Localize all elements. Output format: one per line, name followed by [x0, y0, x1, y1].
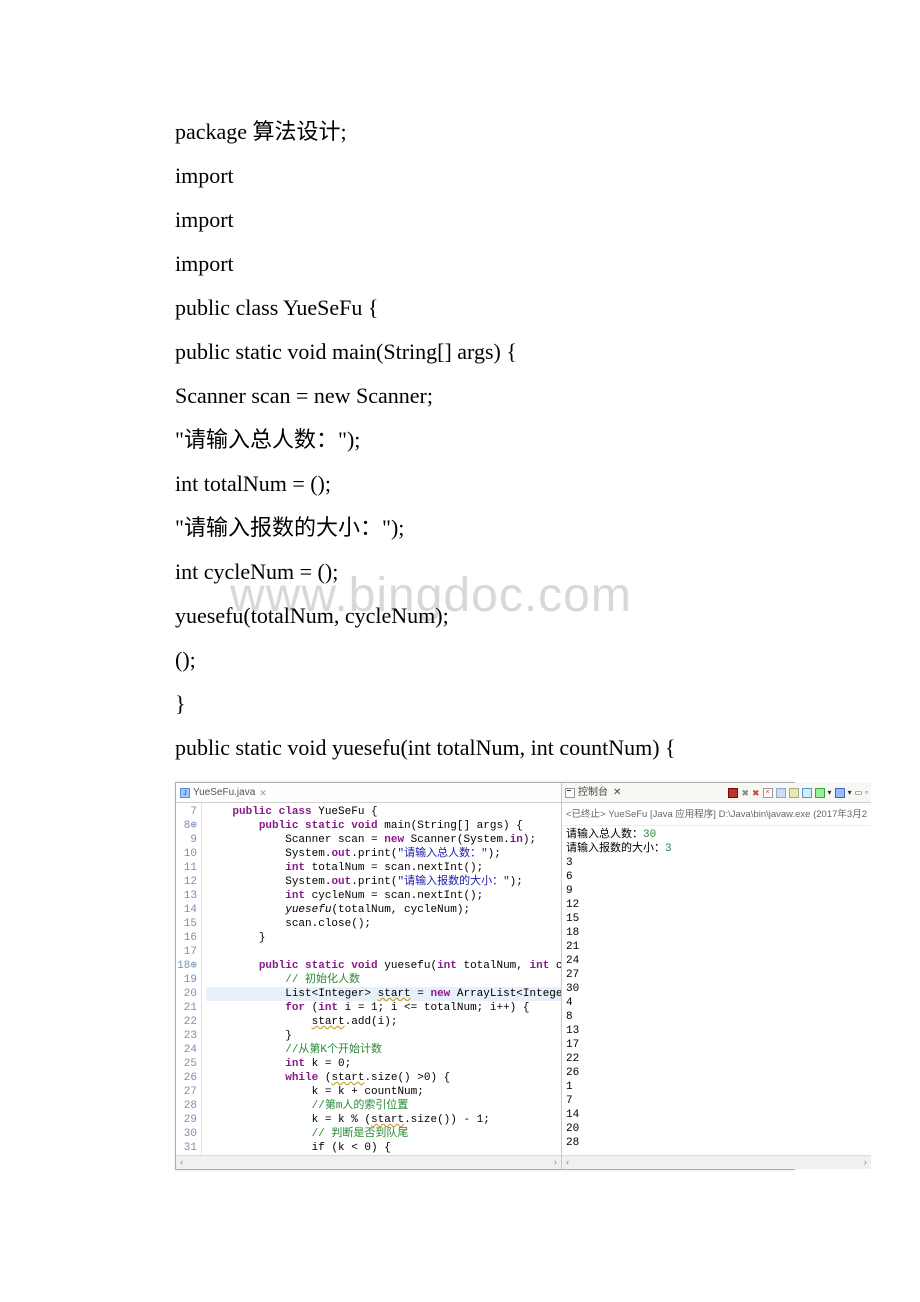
console-scrollbar[interactable]: ‹› [562, 1155, 871, 1169]
doc-line: int totalNum = (); [175, 462, 755, 506]
doc-line: import [175, 198, 755, 242]
doc-line: import [175, 154, 755, 198]
doc-line: public static void yuesefu(int totalNum,… [175, 726, 755, 770]
dropdown-icon[interactable]: ▾ [828, 785, 832, 801]
pin-icon[interactable] [776, 788, 786, 798]
console-tab-close-icon[interactable]: ✕ [613, 783, 621, 803]
doc-line: yuesefu(totalNum, cycleNum); [175, 594, 755, 638]
console-process-label: <已终止> YueSeFu [Java 应用程序] D:\Java\bin\ja… [562, 803, 871, 826]
show-selected-icon[interactable] [802, 788, 812, 798]
doc-line: public static void main(String[] args) { [175, 330, 755, 374]
code-area[interactable]: public class YueSeFu { public static voi… [202, 803, 561, 1155]
doc-line: package 算法设计; [175, 110, 755, 154]
doc-line: } [175, 682, 755, 726]
remove-all-icon[interactable]: ✖ [752, 784, 760, 802]
doc-line: import [175, 242, 755, 286]
console-pane: 控制台 ✕ ✖ ✖ × ▾ ▾ ▭ ▫ <已终止> YueSeFu [Java … [562, 783, 871, 1169]
console-icon [565, 788, 575, 798]
ide-screenshot: J YueSeFu.java ✕ 78⊕9101112131415161718⊕… [175, 782, 795, 1170]
editor-pane: J YueSeFu.java ✕ 78⊕9101112131415161718⊕… [176, 783, 562, 1169]
minimize-icon[interactable]: ▭ [855, 785, 863, 801]
doc-line: "请输入总人数："); [175, 418, 755, 462]
document-body: package 算法设计; import import import publi… [175, 110, 755, 1170]
doc-line: public class YueSeFu { [175, 286, 755, 330]
editor-scrollbar[interactable]: ‹› [176, 1155, 561, 1169]
maximize-icon[interactable]: ▫ [865, 785, 868, 801]
terminate-icon[interactable] [728, 788, 738, 798]
editor-tab[interactable]: J YueSeFu.java ✕ [176, 783, 561, 803]
open-console-icon[interactable] [835, 788, 845, 798]
doc-line: int cycleNum = (); [175, 550, 755, 594]
dropdown-icon[interactable]: ▾ [848, 785, 852, 801]
console-header: 控制台 ✕ ✖ ✖ × ▾ ▾ ▭ ▫ [562, 783, 871, 803]
doc-line: (); [175, 638, 755, 682]
close-icon[interactable]: ✕ [259, 784, 267, 802]
doc-line: Scanner scan = new Scanner; [175, 374, 755, 418]
clear-icon[interactable]: × [763, 788, 773, 798]
scroll-lock-icon[interactable] [789, 788, 799, 798]
console-title: 控制台 [578, 783, 608, 803]
remove-launch-icon[interactable]: ✖ [741, 784, 749, 802]
display-icon[interactable] [815, 788, 825, 798]
doc-line: "请输入报数的大小："); [175, 506, 755, 550]
tab-label: YueSeFu.java [193, 783, 255, 803]
java-file-icon: J [180, 788, 190, 798]
line-gutter: 78⊕9101112131415161718⊕19202122232425262… [176, 803, 202, 1155]
console-output[interactable]: 请输入总人数：30请输入报数的大小：3369121518212427304813… [562, 826, 871, 1155]
